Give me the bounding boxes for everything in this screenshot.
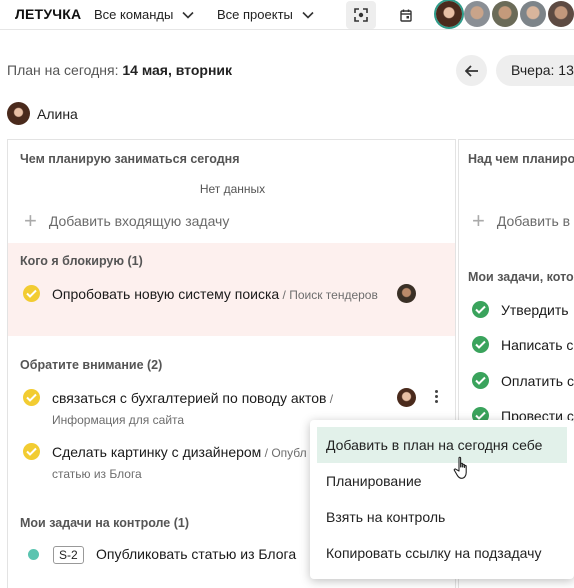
task-title: Написать с [501,336,574,353]
check-icon[interactable] [472,336,489,353]
task-project-sep: / [326,392,334,406]
avatar[interactable] [548,1,574,27]
task-item[interactable]: Написать с [472,336,573,353]
add-incoming-task-button[interactable]: + Добавить входящую задачу [24,208,230,233]
check-icon[interactable] [472,301,489,318]
task-project[interactable]: Информация для сайта [52,413,184,427]
section-title: Мои задачи на контроле (1) [20,516,190,530]
teams-dropdown-label: Все команды [94,7,174,22]
task-tag[interactable]: S-2 [53,546,84,564]
plan-view-button[interactable] [346,1,376,29]
status-dot [28,549,39,560]
hand-cursor-icon [453,456,467,479]
menu-take-control[interactable]: Взять на контроль [310,499,574,535]
task-title: Опробовать новую систему поиска [52,286,280,302]
task-title: Оплатить с [501,372,574,389]
check-icon[interactable] [23,443,40,460]
top-bar: ЛЕТУЧКА Все команды Все проекты [0,0,574,30]
back-button[interactable] [456,55,487,86]
menu-copy-link[interactable]: Копировать ссылку на подзадачу [310,535,574,571]
calendar-icon [400,9,412,22]
user-name: Алина [37,105,78,122]
avatar[interactable] [492,1,518,27]
task-project[interactable]: Опубл [271,446,306,460]
add-task-label: Добавить входящую задачу [48,213,230,229]
projects-dropdown[interactable]: Все проекты [217,7,314,22]
focus-icon [354,8,368,22]
panel-title: Над чем планиро [468,152,574,166]
more-icon[interactable] [435,390,439,405]
check-icon[interactable] [472,372,489,389]
task-item[interactable]: Сделать картинку с дизайнером / Опубл ста… [23,442,323,484]
empty-state: Нет данных [199,182,266,196]
teams-dropdown[interactable]: Все команды [94,7,194,22]
add-task-label: Добавить в [496,213,571,229]
task-title: связаться с бухгалтерией по поводу актов [52,390,327,406]
section-title: Мои задачи, кото [468,270,574,284]
avatar[interactable] [397,388,416,407]
section-title: Кого я блокирую (1) [20,254,143,268]
app-logo[interactable]: ЛЕТУЧКА [15,6,81,22]
user-header: Алина [7,102,78,125]
task-project[interactable]: Поиск тендеров [289,288,378,302]
panel-title: Чем планирую заниматься сегодня [20,152,240,166]
check-icon[interactable] [23,285,40,302]
calendar-button[interactable] [391,1,421,29]
avatar [7,102,30,125]
chevron-down-icon [302,11,314,19]
team-avatars [436,1,574,27]
task-text: Сделать картинку с дизайнером / Опубл ста… [52,442,307,484]
avatar[interactable] [436,1,462,27]
plan-date: План на сегодня: 14 мая, вторник [7,62,232,78]
task-project-cont[interactable]: статью из Блога [52,467,142,481]
check-icon[interactable] [23,389,40,406]
task-item[interactable]: Опробовать новую систему поиска / Поиск … [23,284,378,305]
arrow-left-icon [464,64,478,77]
task-text: Опробовать новую систему поиска / Поиск … [52,284,378,305]
task-context-menu: Добавить в план на сегодня себе Планиров… [310,420,574,579]
task-title: Утвердить [501,301,569,318]
task-title: Сделать картинку с дизайнером [52,444,262,460]
avatar[interactable] [464,1,490,27]
task-item[interactable]: Оплатить с [472,372,574,389]
plus-icon: + [472,208,485,233]
task-project-sep: / [261,446,272,460]
task-item[interactable]: Утвердить [472,301,569,318]
yesterday-button[interactable]: Вчера: 13 [496,55,574,86]
avatar[interactable] [397,284,416,303]
task-title[interactable]: Опубликовать статью из Блога [96,546,296,562]
task-project-sep: / [279,288,290,302]
section-title: Обратите внимание (2) [20,358,163,372]
avatar[interactable] [520,1,546,27]
menu-add-to-today[interactable]: Добавить в план на сегодня себе [317,427,567,463]
chevron-down-icon [182,11,194,19]
plus-icon: + [24,208,37,233]
plan-date-prefix: План на сегодня: [7,62,119,78]
add-task-button[interactable]: + Добавить в [472,208,571,233]
menu-planning[interactable]: Планирование [310,463,574,499]
projects-dropdown-label: Все проекты [217,7,293,22]
plan-date-value: 14 мая, вторник [122,62,233,78]
